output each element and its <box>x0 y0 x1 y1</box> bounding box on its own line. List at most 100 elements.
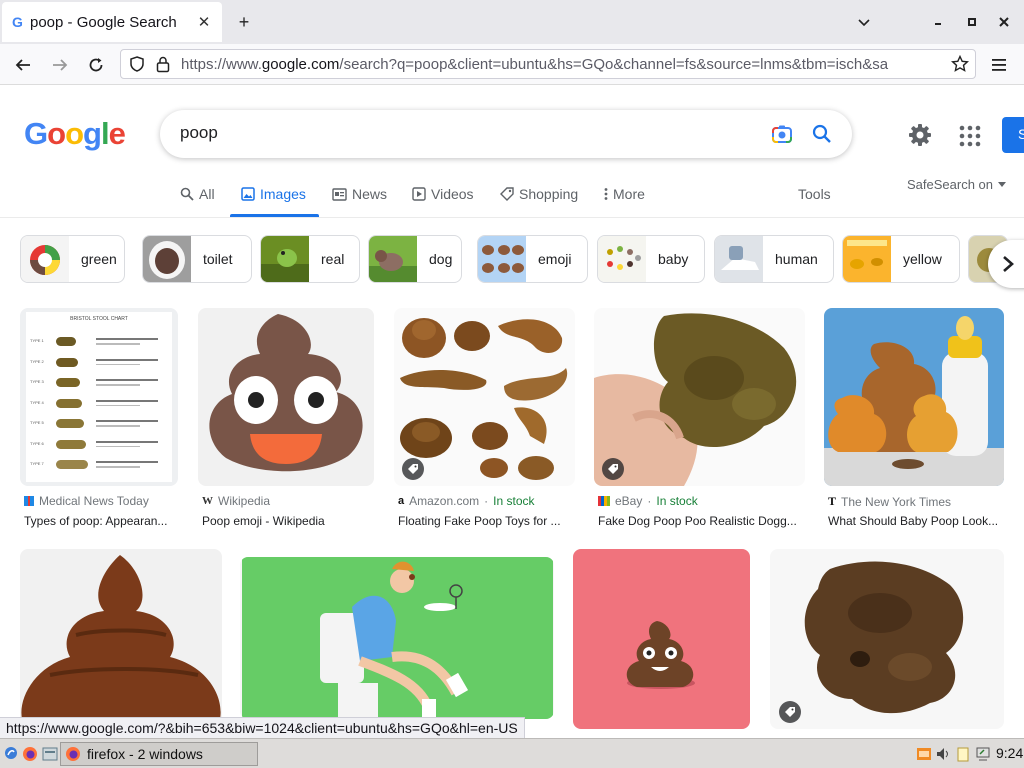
google-apps-grid-icon[interactable] <box>958 124 982 148</box>
chip-thumbnail <box>843 236 891 282</box>
result-image[interactable] <box>824 308 1004 486</box>
google-logo[interactable]: Google <box>24 116 126 152</box>
stool-chart-row-label: TYPE 6 <box>30 440 44 446</box>
medical-news-favicon-icon <box>24 496 34 506</box>
volume-icon[interactable] <box>935 746 951 767</box>
image-result[interactable]: BRISTOL STOOL CHART TYPE 1 TYPE 2 TYPE 3 TY… <box>20 308 180 530</box>
stool-description-line <box>96 445 140 447</box>
stool-chart-row: TYPE 2 <box>30 355 168 371</box>
forward-arrow-icon[interactable] <box>47 52 73 78</box>
tab-news[interactable]: News <box>332 186 387 202</box>
os-taskbar: firefox - 2 windows 9:24 <box>0 738 1024 768</box>
chip-human[interactable]: human <box>714 235 834 283</box>
result-caption[interactable]: Types of poop: Appearan... <box>24 514 176 528</box>
safesearch-button[interactable]: SafeSearch on <box>907 177 1007 192</box>
bookmark-star-icon[interactable] <box>950 54 970 78</box>
image-result[interactable]: T The New York Times What Should Baby Po… <box>824 308 1006 530</box>
image-result[interactable] <box>240 549 554 719</box>
chip-dog[interactable]: dog <box>368 235 462 283</box>
settings-gear-icon[interactable] <box>906 121 934 149</box>
result-image[interactable] <box>594 308 805 486</box>
browser-tab[interactable]: G poop - Google Search ✕ <box>2 2 222 42</box>
image-result[interactable] <box>20 549 222 719</box>
chip-real[interactable]: real <box>260 235 360 283</box>
result-source-name: Wikipedia <box>218 494 271 508</box>
close-tab-icon[interactable]: ✕ <box>196 13 212 31</box>
url-bar[interactable]: https://www.google.com/search?q=poop&cli… <box>120 49 976 79</box>
chip-thumbnail <box>598 236 646 282</box>
maximize-window-icon[interactable] <box>960 10 984 34</box>
url-text[interactable]: https://www.google.com/search?q=poop&cli… <box>181 56 941 73</box>
stock-status: In stock <box>656 494 698 508</box>
camera-lens-icon[interactable] <box>771 123 793 150</box>
clipboard-icon[interactable] <box>955 746 971 767</box>
system-menu-icon[interactable] <box>4 746 18 765</box>
result-source[interactable]: a Amazon.com · In stock <box>398 494 535 508</box>
image-result[interactable]: W Wikipedia Poop emoji - Wikipedia <box>198 308 376 530</box>
result-image[interactable] <box>573 549 750 729</box>
fake-poop-pile-image <box>804 561 964 714</box>
dropdown-arrow-icon <box>998 181 1007 187</box>
tab-images[interactable]: Images <box>241 186 306 202</box>
close-window-icon[interactable] <box>992 10 1016 34</box>
taskbar-firefox-button[interactable]: firefox - 2 windows <box>60 742 258 766</box>
tab-more[interactable]: More <box>604 186 645 202</box>
result-source[interactable]: T The New York Times <box>828 494 951 509</box>
search-icon[interactable] <box>811 123 833 150</box>
tab-shopping[interactable]: Shopping <box>500 186 578 202</box>
chip-green[interactable]: green <box>20 235 125 283</box>
chip-thumbnail <box>369 236 417 282</box>
result-image[interactable]: BRISTOL STOOL CHART TYPE 1 TYPE 2 TYPE 3 TY… <box>20 308 178 486</box>
result-caption[interactable]: Poop emoji - Wikipedia <box>202 514 372 528</box>
result-caption[interactable]: Fake Dog Poop Poo Realistic Dogg... <box>598 514 802 528</box>
hamburger-menu-icon[interactable] <box>987 52 1013 78</box>
image-result[interactable] <box>770 549 1006 729</box>
stool-description-line <box>96 363 140 365</box>
chip-yellow[interactable]: yellow <box>842 235 960 283</box>
image-result[interactable] <box>573 549 751 729</box>
file-manager-icon[interactable] <box>42 746 58 767</box>
result-source[interactable]: Medical News Today <box>24 494 149 508</box>
chip-emoji[interactable]: emoji <box>477 235 588 283</box>
sign-in-button[interactable]: S <box>1002 117 1024 153</box>
chip-baby[interactable]: baby <box>597 235 705 283</box>
image-result[interactable]: a Amazon.com · In stock Floating Fake Po… <box>394 308 576 530</box>
active-tab-indicator <box>230 214 319 217</box>
minimize-window-icon[interactable] <box>926 10 950 34</box>
tab-videos[interactable]: Videos <box>412 186 474 202</box>
tools-button[interactable]: Tools <box>798 186 831 202</box>
chip-toilet[interactable]: toilet <box>142 235 252 283</box>
result-caption[interactable]: What Should Baby Poop Look... <box>828 514 1002 528</box>
result-caption[interactable]: Floating Fake Poop Toys for ... <box>398 514 570 528</box>
stool-description-line <box>96 399 158 402</box>
result-image[interactable] <box>394 308 575 486</box>
back-arrow-icon[interactable] <box>10 52 36 78</box>
list-tabs-icon[interactable] <box>852 10 876 34</box>
result-image[interactable] <box>240 557 554 719</box>
chip-label: yellow <box>903 251 942 267</box>
new-tab-button[interactable]: + <box>232 10 256 34</box>
stool-description-line <box>96 420 158 422</box>
chip-label: toilet <box>203 251 233 267</box>
video-play-icon <box>412 187 426 201</box>
image-result[interactable]: eBay · In stock Fake Dog Poop Poo Realis… <box>594 308 806 530</box>
network-icon[interactable] <box>975 746 991 767</box>
result-image[interactable] <box>20 549 222 719</box>
lock-icon[interactable] <box>155 55 171 78</box>
firefox-launcher-icon[interactable] <box>22 746 38 767</box>
notification-icon[interactable] <box>916 746 932 767</box>
site-info-shield-icon[interactable] <box>129 56 145 77</box>
taskbar-clock: 9:24 <box>996 745 1024 761</box>
tab-all[interactable]: All <box>180 186 215 202</box>
stool-chart-row: TYPE 3 <box>30 375 168 391</box>
result-image[interactable] <box>770 549 1004 729</box>
result-source[interactable]: eBay · In stock <box>598 494 698 508</box>
stool-description-line <box>96 425 140 427</box>
search-box[interactable]: poop <box>160 110 852 158</box>
reload-icon[interactable] <box>83 52 109 78</box>
result-source[interactable]: W Wikipedia <box>202 494 270 508</box>
search-input[interactable]: poop <box>180 123 218 143</box>
poop-emoji-toy-image <box>626 621 695 689</box>
result-image[interactable] <box>198 308 374 486</box>
chip-thumbnail <box>478 236 526 282</box>
